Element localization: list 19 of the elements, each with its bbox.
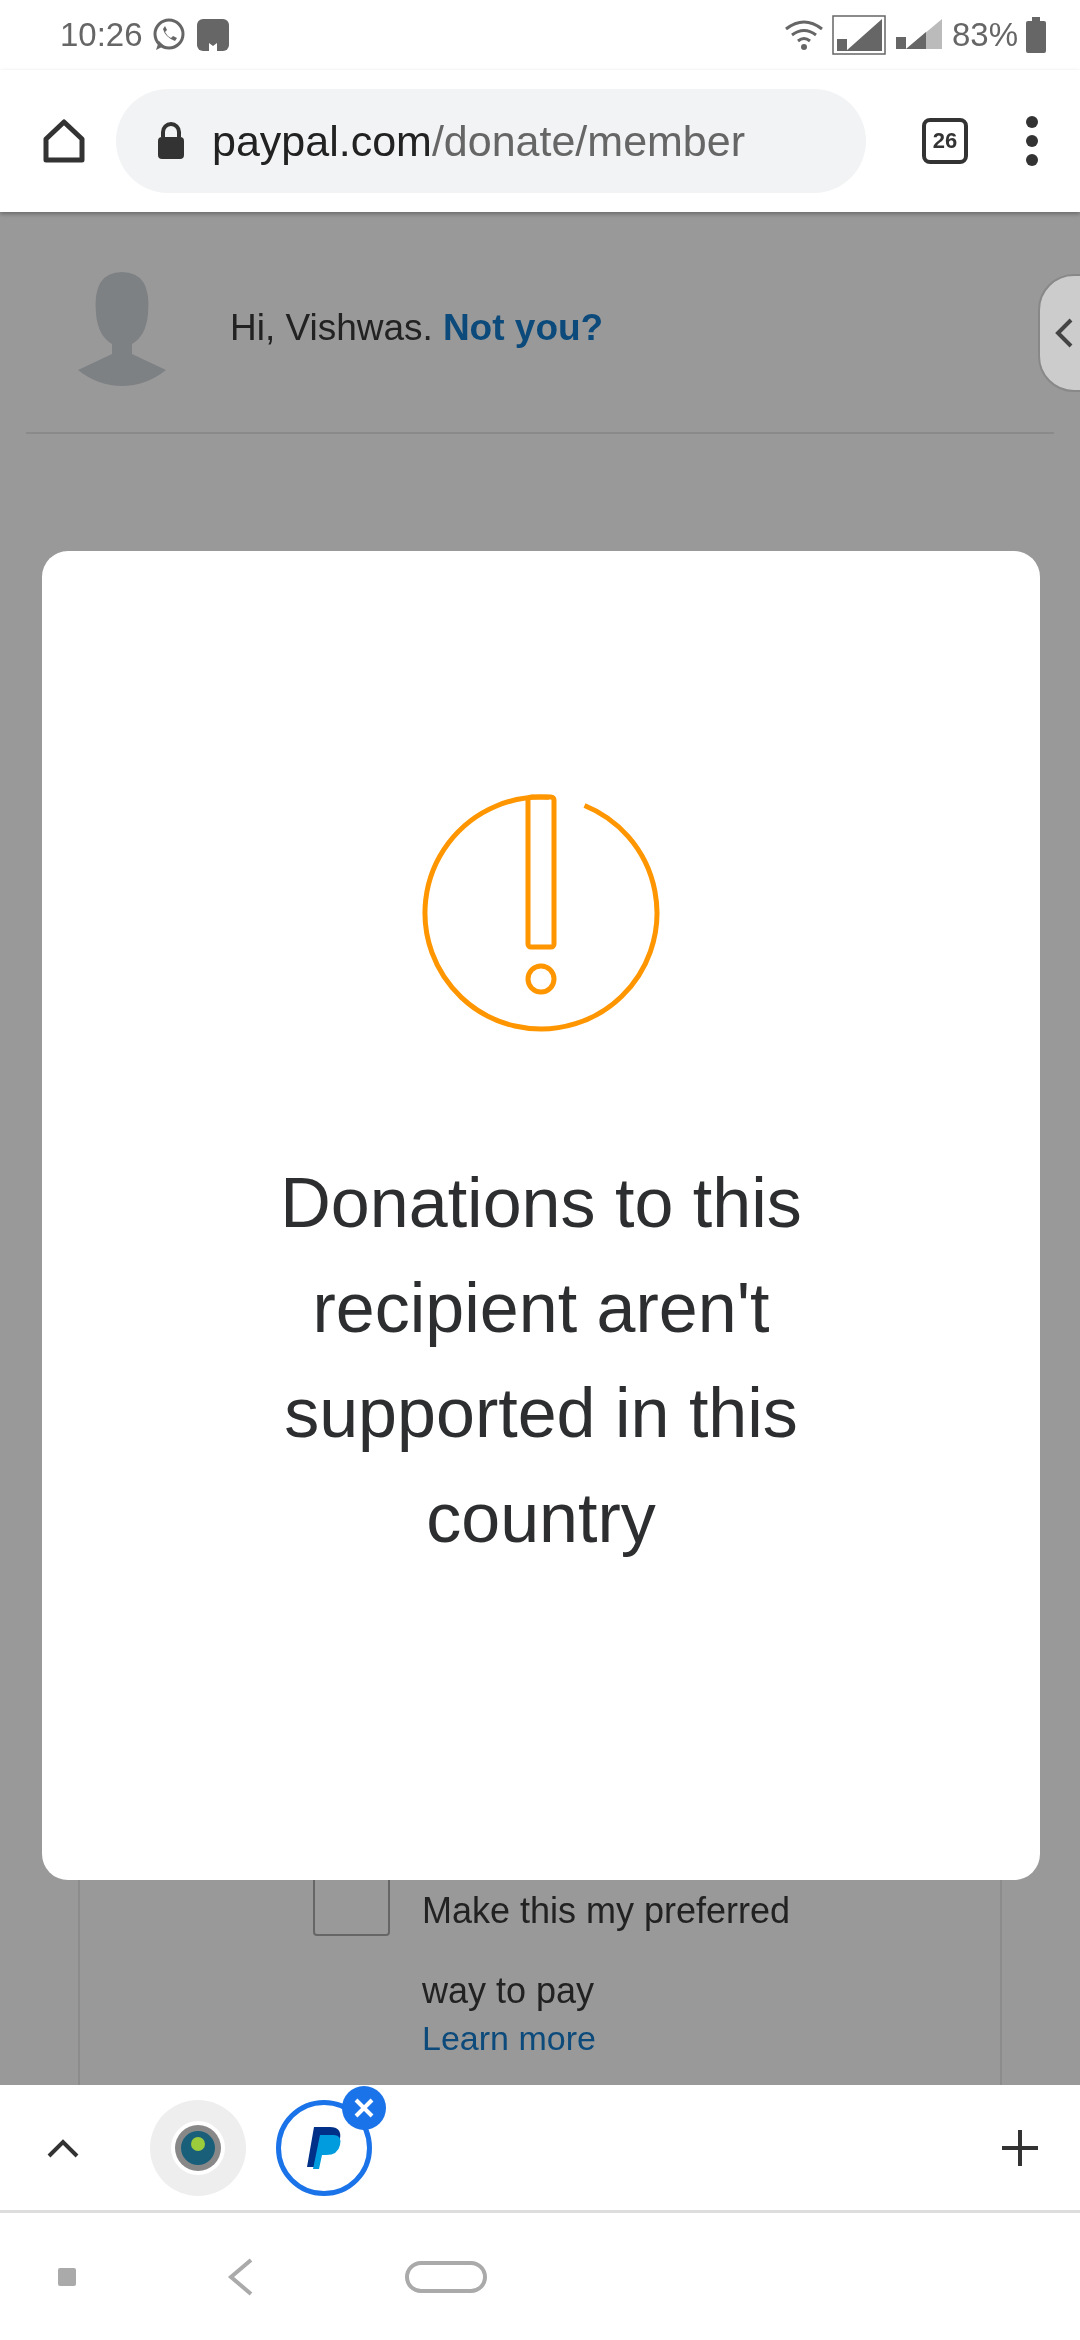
add-icon[interactable] [1000,2127,1040,2168]
app-icon [194,17,231,53]
clock: 10:26 [60,16,143,54]
signal-icon [831,15,886,55]
badge-icon [170,2119,226,2176]
checkbox-label: Make this my preferred way to pay [422,1889,792,2013]
more-menu-icon[interactable] [1024,115,1040,167]
address-bar[interactable]: paypal.com/donate/member [116,89,866,193]
close-icon[interactable] [342,2085,386,2130]
wifi-icon [783,19,824,51]
tab-count-button[interactable]: 26 [922,118,968,164]
lock-icon [156,121,186,161]
url-text: paypal.com/donate/member [212,116,746,166]
chevron-left-icon [1054,317,1074,349]
battery-icon [1026,17,1046,53]
avatar-icon [76,270,168,386]
battery-percent: 83% [951,16,1018,54]
greeting-text: Hi, Vishwas. [230,307,433,349]
modal-message: Donations to this recipient aren't supported in this country [279,1163,803,1559]
